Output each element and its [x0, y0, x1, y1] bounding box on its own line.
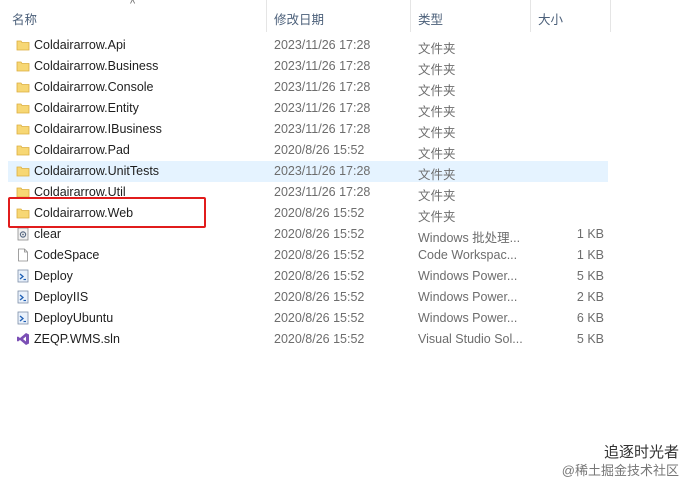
column-header-name[interactable]: 名称	[12, 9, 37, 28]
document-icon	[16, 248, 30, 262]
file-date-modified: 2023/11/26 17:28	[274, 101, 371, 115]
file-type: Windows Power...	[418, 269, 518, 283]
watermark-line1: 追逐时光者	[603, 444, 679, 461]
file-date-modified: 2020/8/26 15:52	[274, 332, 365, 346]
column-header-bar: ^ 名称 修改日期 类型 大小	[0, 0, 689, 32]
file-row[interactable]: Coldairarrow.UnitTests 2023/11/26 17:28 文件…	[8, 161, 608, 182]
watermark: 追逐时光者 @稀土掘金技术社区	[562, 444, 679, 480]
file-name: Deploy	[34, 269, 73, 283]
file-row[interactable]: Coldairarrow.Api 2023/11/26 17:28 文件夹	[8, 35, 608, 56]
folder-icon	[16, 101, 30, 115]
file-name: Coldairarrow.Entity	[34, 101, 139, 115]
file-date-modified: 2023/11/26 17:28	[274, 122, 371, 136]
file-name: Coldairarrow.Business	[34, 59, 159, 73]
file-name: CodeSpace	[34, 248, 100, 262]
folder-icon	[16, 59, 30, 73]
file-type: Windows 批处理...	[418, 231, 521, 245]
folder-icon	[16, 80, 30, 94]
batch-file-icon	[16, 227, 30, 241]
folder-icon	[16, 143, 30, 157]
file-row[interactable]: ZEQP.WMS.sln 2020/8/26 15:52 Visual Studio…	[8, 329, 608, 350]
file-size: 6 KB	[576, 311, 604, 325]
file-date-modified: 2023/11/26 17:28	[274, 59, 371, 73]
file-name: Coldairarrow.Console	[34, 80, 154, 94]
file-type: Code Workspac...	[418, 248, 518, 262]
file-row[interactable]: Coldairarrow.Console 2023/11/26 17:28 文件夹	[8, 77, 608, 98]
file-type: 文件夹	[418, 147, 456, 161]
file-name: DeployIIS	[34, 290, 89, 304]
file-date-modified: 2023/11/26 17:28	[274, 80, 371, 94]
column-divider[interactable]	[266, 0, 267, 32]
column-header-date[interactable]: 修改日期	[274, 9, 324, 28]
file-date-modified: 2023/11/26 17:28	[274, 38, 371, 52]
column-header-type[interactable]: 类型	[418, 9, 443, 28]
file-date-modified: 2023/11/26 17:28	[274, 185, 371, 199]
file-type: Visual Studio Sol...	[418, 332, 523, 346]
sort-ascending-icon: ^	[130, 0, 136, 10]
file-type: 文件夹	[418, 42, 456, 56]
file-row[interactable]: Coldairarrow.Pad 2020/8/26 15:52 文件夹	[8, 140, 608, 161]
file-size: 1 KB	[576, 227, 604, 241]
file-date-modified: 2020/8/26 15:52	[274, 227, 365, 241]
file-type: 文件夹	[418, 63, 456, 77]
file-type: 文件夹	[418, 168, 456, 182]
file-date-modified: 2020/8/26 15:52	[274, 206, 365, 220]
file-name: ZEQP.WMS.sln	[34, 332, 120, 346]
file-type: 文件夹	[418, 210, 456, 224]
powershell-script-icon	[16, 311, 30, 325]
file-type: Windows Power...	[418, 311, 518, 325]
column-header-size[interactable]: 大小	[538, 9, 563, 28]
file-row[interactable]: Coldairarrow.IBusiness 2023/11/26 17:28 文件…	[8, 119, 608, 140]
folder-icon	[16, 164, 30, 178]
file-size: 2 KB	[576, 290, 604, 304]
column-divider[interactable]	[410, 0, 411, 32]
file-size: 5 KB	[576, 269, 604, 283]
file-date-modified: 2020/8/26 15:52	[274, 269, 365, 283]
file-name: Coldairarrow.IBusiness	[34, 122, 162, 136]
file-type: Windows Power...	[418, 290, 518, 304]
file-name: clear	[34, 227, 62, 241]
file-row[interactable]: DeployUbuntu 2020/8/26 15:52 Windows Power…	[8, 308, 608, 329]
column-divider[interactable]	[610, 0, 611, 32]
file-row[interactable]: Deploy 2020/8/26 15:52 Windows Power... 5 K…	[8, 266, 608, 287]
file-type: 文件夹	[418, 84, 456, 98]
watermark-line2: @稀土掘金技术社区	[561, 463, 679, 478]
file-row[interactable]: CodeSpace 2020/8/26 15:52 Code Workspac...…	[8, 245, 608, 266]
file-row[interactable]: Coldairarrow.Business 2023/11/26 17:28 文件夹	[8, 56, 608, 77]
folder-icon	[16, 38, 30, 52]
file-size: 5 KB	[576, 332, 604, 346]
file-name: DeployUbuntu	[34, 311, 114, 325]
file-type: 文件夹	[418, 126, 456, 140]
file-row[interactable]: Coldairarrow.Entity 2023/11/26 17:28 文件夹	[8, 98, 608, 119]
column-divider[interactable]	[530, 0, 531, 32]
file-name: Coldairarrow.Pad	[34, 143, 130, 157]
file-date-modified: 2020/8/26 15:52	[274, 311, 365, 325]
file-row[interactable]: DeployIIS 2020/8/26 15:52 Windows Power...…	[8, 287, 608, 308]
file-type: 文件夹	[418, 189, 456, 203]
annotation-highlight-box	[8, 197, 206, 228]
file-date-modified: 2020/8/26 15:52	[274, 143, 365, 157]
visual-studio-solution-icon	[16, 332, 30, 346]
file-name: Coldairarrow.UnitTests	[34, 164, 160, 178]
powershell-script-icon	[16, 269, 30, 283]
file-date-modified: 2023/11/26 17:28	[274, 164, 371, 178]
folder-icon	[16, 122, 30, 136]
file-type: 文件夹	[418, 105, 456, 119]
file-date-modified: 2020/8/26 15:52	[274, 290, 365, 304]
file-date-modified: 2020/8/26 15:52	[274, 248, 365, 262]
file-size: 1 KB	[576, 248, 604, 262]
file-name: Coldairarrow.Api	[34, 38, 126, 52]
powershell-script-icon	[16, 290, 30, 304]
